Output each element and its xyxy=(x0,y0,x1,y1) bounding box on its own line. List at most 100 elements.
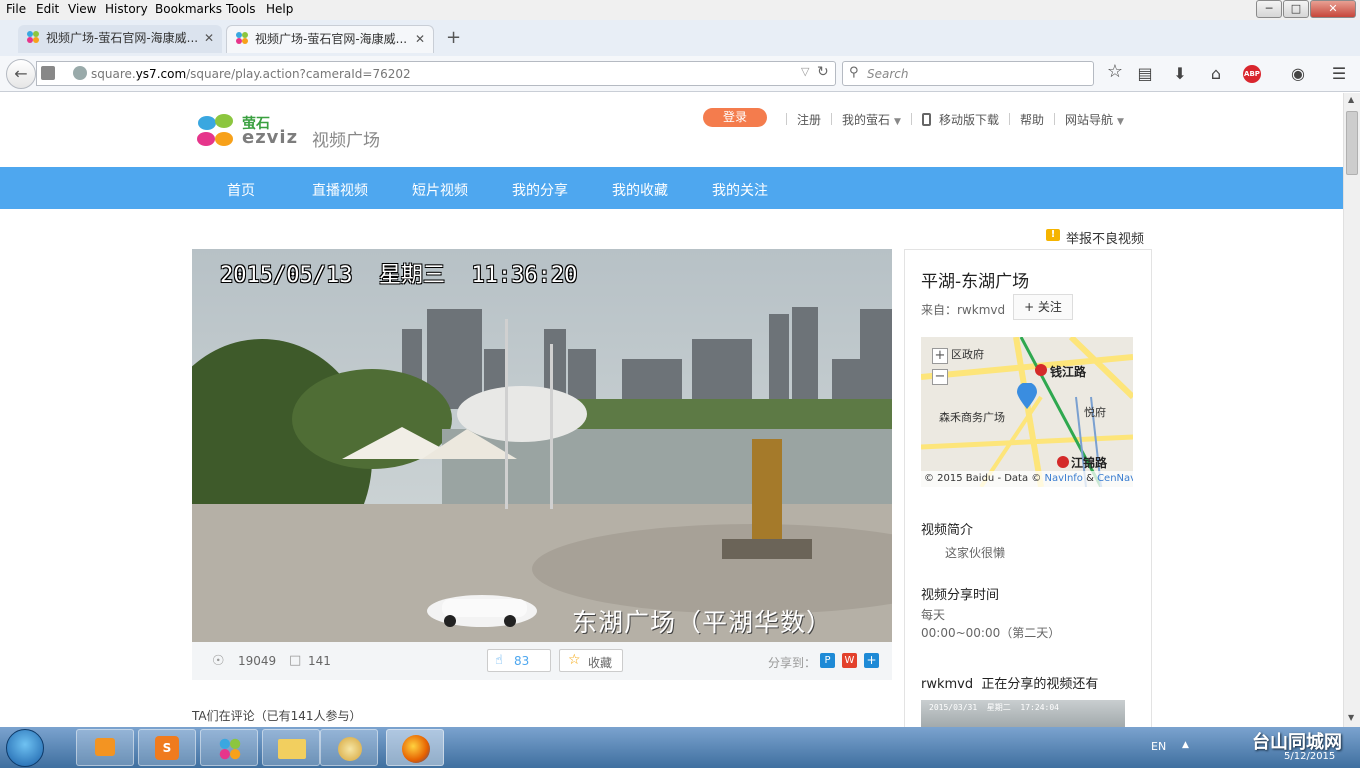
ezviz-app-icon xyxy=(218,737,242,761)
metro-icon xyxy=(1057,456,1069,468)
page-info-icon[interactable] xyxy=(41,66,55,80)
browser-tab-active[interactable]: 视频广场-萤石官网-海康威... ✕ xyxy=(226,25,434,53)
intro-text: 这家伙很懒 xyxy=(945,546,1006,560)
browser-tab[interactable]: 视频广场-萤石官网-海康威... ✕ xyxy=(18,25,222,53)
scrollbar-thumb[interactable] xyxy=(1346,111,1358,175)
thumbs-up-icon: ☝ xyxy=(495,653,503,668)
taskbar-firefox[interactable] xyxy=(386,729,444,766)
start-button[interactable] xyxy=(6,729,44,767)
mobile-phone-icon xyxy=(921,113,931,126)
taskbar-sogou-input[interactable]: S xyxy=(138,729,196,766)
nav-home[interactable]: 首页 xyxy=(227,180,255,200)
dropdown-arrow-icon[interactable]: ▽ xyxy=(801,65,809,78)
comment-count: 141 xyxy=(308,654,331,668)
reload-icon[interactable]: ↻ xyxy=(817,64,829,80)
mobile-download-link[interactable]: 移动版下载 xyxy=(939,113,999,127)
nav-my-shares[interactable]: 我的分享 xyxy=(512,180,568,200)
more-video-thumbnail[interactable]: 2015/03/31 星期二 17:24:04 xyxy=(921,700,1125,727)
chevron-down-icon: ▼ xyxy=(894,117,901,127)
comment-icon: □ xyxy=(289,653,302,668)
navigation-bar: square.ys7.com/square/play.action?camera… xyxy=(0,56,1360,92)
media-player-icon xyxy=(95,738,115,756)
input-language[interactable]: EN xyxy=(1151,740,1166,753)
comments-title: TA们在评论（已有141人参与） xyxy=(192,709,362,723)
reading-list-icon[interactable]: ▤ xyxy=(1134,64,1156,83)
url-text: square.ys7.com/square/play.action?camera… xyxy=(91,67,411,81)
search-placeholder[interactable]: Search xyxy=(867,67,909,81)
login-button[interactable]: 登录 xyxy=(703,108,767,127)
report-link[interactable]: 举报不良视频 xyxy=(1066,228,1144,247)
top-links: 注册 我的萤石 ▼ 移动版下载 帮助 网站导航 ▼ xyxy=(776,111,1124,128)
ezviz-logo-icon[interactable] xyxy=(194,111,238,151)
close-tab-icon[interactable]: ✕ xyxy=(204,25,214,51)
my-ezviz-link[interactable]: 我的萤石 xyxy=(842,113,890,127)
taskbar-media-player[interactable] xyxy=(76,729,134,766)
menu-edit[interactable]: Edit xyxy=(36,2,59,16)
register-link[interactable]: 注册 xyxy=(797,113,821,127)
close-tab-icon[interactable]: ✕ xyxy=(415,26,425,52)
menu-help[interactable]: Help xyxy=(266,2,293,16)
share-qzone-icon[interactable]: P xyxy=(820,653,835,668)
map-label-senhe: 森禾商务广场 xyxy=(939,411,1005,424)
zoom-out-button[interactable]: − xyxy=(932,369,948,385)
follow-button[interactable]: + 关注 xyxy=(1013,294,1073,320)
search-bar[interactable]: ⚲ Search xyxy=(842,61,1094,86)
scroll-up-icon[interactable]: ▲ xyxy=(1348,95,1354,104)
video-stats-bar: ☉ 19049 □ 141 ☝ 83 ☆ 收藏 分享到： P W + xyxy=(192,642,892,680)
tab-title: 视频广场-萤石官网-海康威... xyxy=(46,31,199,45)
nav-live[interactable]: 直播视频 xyxy=(312,180,368,200)
help-link[interactable]: 帮助 xyxy=(1020,113,1044,127)
downloads-icon[interactable]: ⬇ xyxy=(1169,64,1191,83)
menu-hamburger-icon[interactable]: ☰ xyxy=(1328,64,1350,83)
minimize-button[interactable]: ─ xyxy=(1256,0,1282,18)
tray-expand-icon[interactable]: ▲ xyxy=(1182,740,1189,750)
firefox-icon xyxy=(402,735,430,763)
home-icon[interactable]: ⌂ xyxy=(1205,64,1227,83)
address-bar[interactable]: square.ys7.com/square/play.action?camera… xyxy=(36,61,836,86)
map-credit-navinfo[interactable]: NavInfo xyxy=(1044,473,1082,484)
location-map[interactable]: + − 区政府 钱江路 森禾商务广场 悦府 江锦路 © 2015 Baidu -… xyxy=(921,337,1133,487)
star-icon: ☆ xyxy=(568,652,581,668)
back-button[interactable]: ← xyxy=(6,59,36,89)
logo-subtitle: 视频广场 xyxy=(312,131,380,151)
bookmark-star-icon[interactable]: ☆ xyxy=(1104,61,1126,82)
site-nav-link[interactable]: 网站导航 xyxy=(1065,113,1113,127)
page-scrollbar[interactable]: ▲ ▼ xyxy=(1343,93,1360,727)
nav-my-favorites[interactable]: 我的收藏 xyxy=(612,180,668,200)
more-videos-title: rwkmvd 正在分享的视频还有 xyxy=(921,677,1099,692)
menu-history[interactable]: History xyxy=(105,2,148,16)
menu-view[interactable]: View xyxy=(68,2,96,16)
nav-clips[interactable]: 短片视频 xyxy=(412,180,468,200)
new-tab-button[interactable]: + xyxy=(446,27,461,48)
maximize-button[interactable]: □ xyxy=(1283,0,1309,18)
map-credit-main: © 2015 Baidu - Data © xyxy=(924,473,1042,484)
chat-icon[interactable]: ◉ xyxy=(1287,64,1309,83)
scroll-down-icon[interactable]: ▼ xyxy=(1348,713,1354,722)
taskbar-explorer[interactable] xyxy=(262,729,320,766)
taskbar-ezviz[interactable] xyxy=(200,729,258,766)
view-count: 19049 xyxy=(238,654,277,668)
metro-icon xyxy=(1035,364,1047,376)
taskbar-paint[interactable] xyxy=(320,729,378,766)
menu-tools[interactable]: Tools xyxy=(226,2,256,16)
share-weibo-icon[interactable]: W xyxy=(842,653,857,668)
like-button[interactable]: ☝ 83 xyxy=(487,649,551,672)
map-label-yuefu: 悦府 xyxy=(1084,406,1106,419)
share-more-icon[interactable]: + xyxy=(864,653,879,668)
zoom-in-button[interactable]: + xyxy=(932,348,948,364)
menu-bookmarks[interactable]: Bookmarks xyxy=(155,2,222,16)
from-user[interactable]: 来自：rwkmvd xyxy=(921,301,1005,318)
map-credit-cennavi[interactable]: CenNavi & xyxy=(1097,473,1133,484)
nav-my-follows[interactable]: 我的关注 xyxy=(712,180,768,200)
intro-title: 视频简介 xyxy=(921,523,974,538)
favorite-button[interactable]: ☆ 收藏 xyxy=(559,649,623,672)
clock-date[interactable]: 5/12/2015 xyxy=(1284,751,1335,762)
video-player[interactable]: 2015/05/13 星期三 11:36:20 东湖广场（平湖华数） xyxy=(192,249,892,642)
favorite-label: 收藏 xyxy=(588,656,613,670)
close-window-button[interactable]: ✕ xyxy=(1310,0,1356,18)
menu-file[interactable]: File xyxy=(6,2,26,16)
sogou-icon: S xyxy=(155,736,179,760)
map-credit-amp: & xyxy=(1082,473,1098,484)
adblock-icon[interactable]: ABP xyxy=(1243,65,1261,83)
map-credit: © 2015 Baidu - Data © NavInfo & CenNavi … xyxy=(921,471,1133,487)
